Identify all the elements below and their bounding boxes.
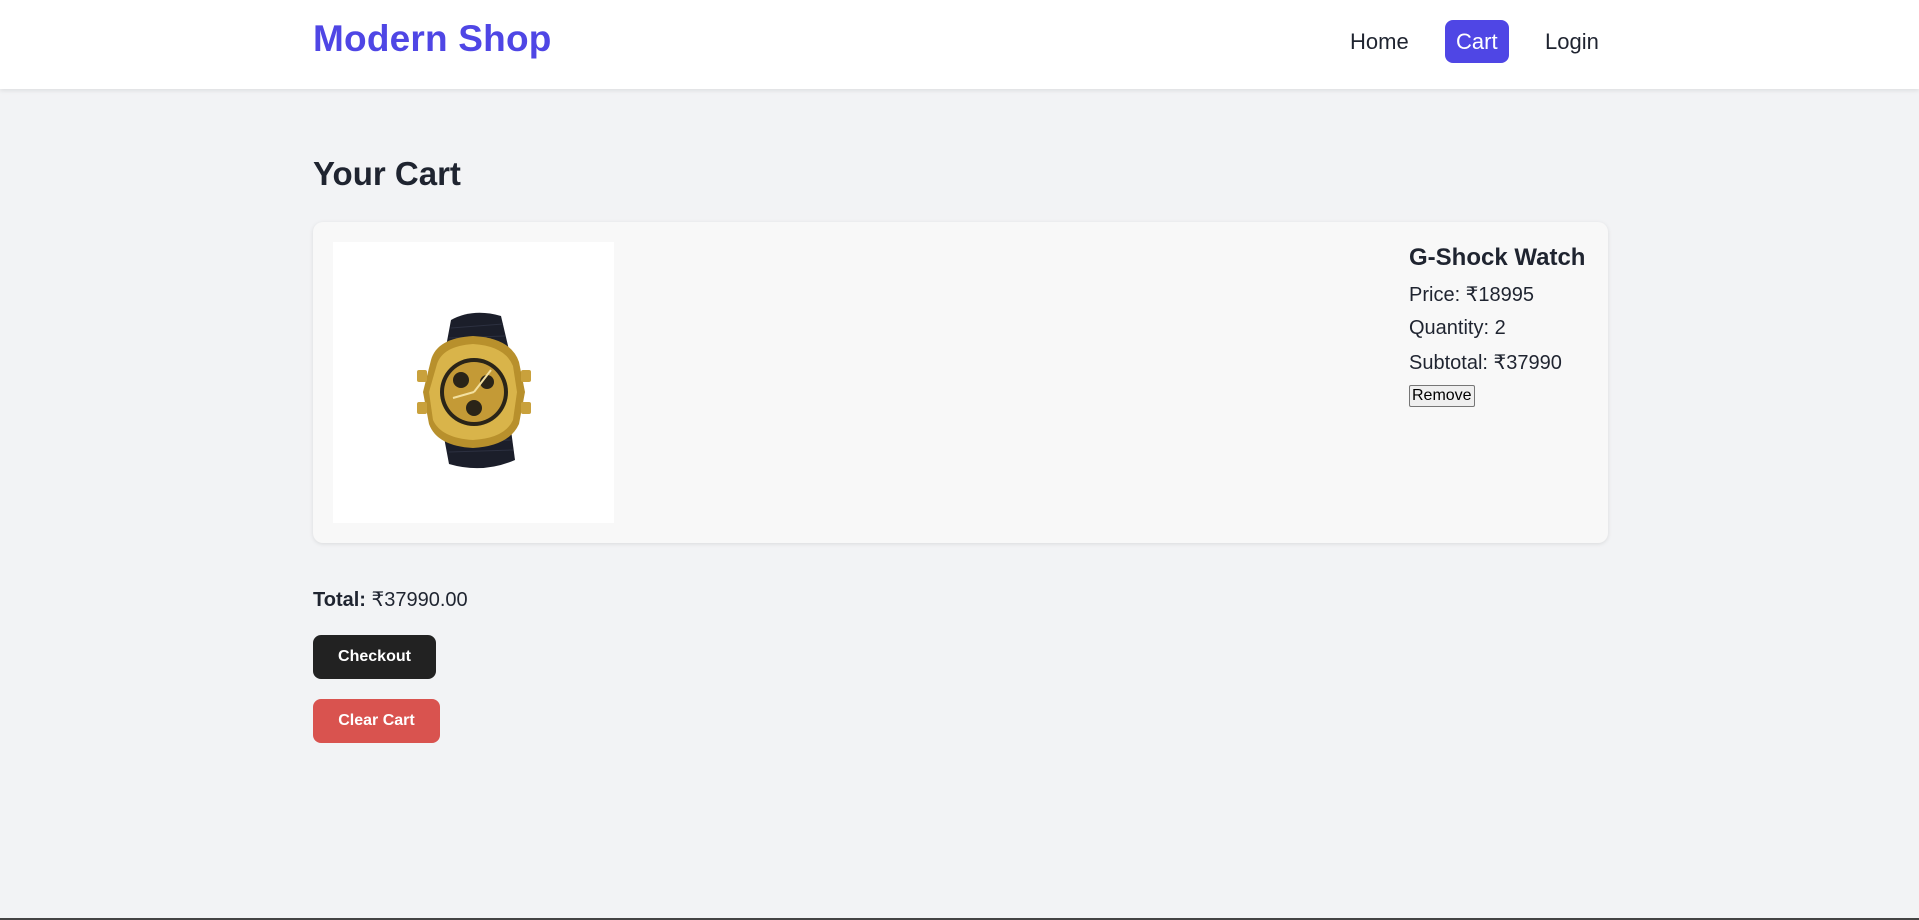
item-name: G-Shock Watch: [1409, 244, 1586, 271]
total-label: Total:: [313, 589, 366, 611]
gold-watch-icon: [417, 312, 531, 469]
nav-home-link[interactable]: Home: [1339, 20, 1420, 63]
page-title: Your Cart: [313, 155, 461, 192]
cart-item-card: G-Shock Watch Price: ₹18995 Quantity: 2 …: [313, 222, 1608, 543]
cart-total: Total: ₹37990.00: [313, 587, 468, 612]
brand-logo[interactable]: Modern Shop: [313, 18, 552, 60]
nav-login-link[interactable]: Login: [1534, 20, 1610, 63]
product-image: [333, 242, 614, 523]
item-quantity: Quantity: 2: [1409, 317, 1506, 339]
clear-cart-button[interactable]: Clear Cart: [313, 699, 440, 743]
nav-cart-link[interactable]: Cart: [1445, 20, 1509, 63]
item-details: G-Shock Watch Price: ₹18995 Quantity: 2 …: [1409, 244, 1585, 407]
item-subtotal: Subtotal: ₹37990: [1409, 352, 1562, 374]
remove-button[interactable]: Remove: [1409, 385, 1475, 407]
navbar: Modern Shop Home Cart Login: [0, 0, 1919, 89]
item-price: Price: ₹18995: [1409, 284, 1535, 306]
total-value: ₹37990.00: [371, 589, 468, 611]
checkout-button[interactable]: Checkout: [313, 635, 436, 679]
